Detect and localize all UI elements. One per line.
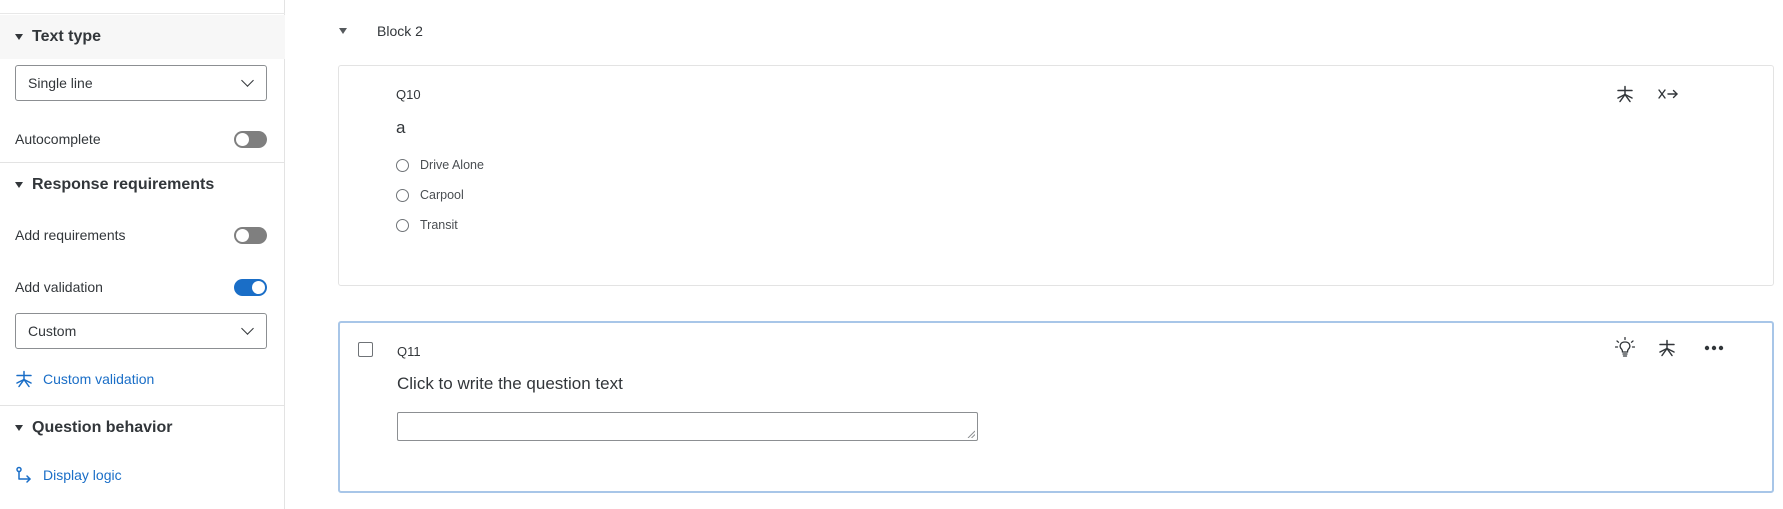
radio-button[interactable] — [396, 188, 409, 202]
autocomplete-toggle[interactable] — [234, 130, 267, 148]
text-type-select-value: Single line — [28, 75, 93, 91]
question-card-q11[interactable]: Q11 Click to write the question text — [338, 321, 1774, 493]
choice-label: Drive Alone — [420, 158, 484, 172]
custom-validation-link[interactable]: Custom validation — [15, 368, 154, 390]
text-entry-box[interactable] — [397, 412, 978, 441]
question-text[interactable]: Click to write the question text — [397, 374, 623, 394]
caret-down-icon — [15, 34, 23, 40]
chevron-down-icon — [241, 322, 254, 335]
text-type-section-header[interactable]: Text type — [0, 15, 285, 59]
validation-type-select-value: Custom — [28, 323, 77, 339]
text-type-select[interactable]: Single line — [15, 65, 267, 101]
chevron-down-icon — [241, 74, 254, 87]
asterisk-icon — [16, 370, 32, 388]
response-requirements-section-header[interactable]: Response requirements — [0, 163, 285, 207]
choice-label: Carpool — [420, 188, 464, 202]
display-logic-label: Display logic — [43, 467, 122, 483]
question-behavior-section-header[interactable]: Question behavior — [0, 406, 285, 450]
caret-down-icon — [15, 182, 23, 188]
question-select-checkbox[interactable] — [358, 342, 373, 357]
validation-type-select[interactable]: Custom — [15, 313, 267, 349]
custom-validation-label: Custom validation — [43, 371, 155, 387]
question-number: Q11 — [397, 344, 421, 359]
question-settings-sidebar: Text type Single line Autocomplete Respo… — [0, 0, 285, 509]
choice-item[interactable]: Carpool — [396, 186, 464, 204]
autocomplete-label: Autocomplete — [15, 131, 101, 147]
question-text[interactable]: a — [396, 118, 405, 138]
skip-arrow-icon[interactable] — [1655, 82, 1681, 106]
branch-arrow-icon — [16, 466, 31, 483]
display-logic-link[interactable]: Display logic — [15, 464, 122, 486]
text-type-title: Text type — [32, 28, 102, 45]
caret-down-icon — [15, 425, 23, 431]
choice-item[interactable]: Drive Alone — [396, 156, 484, 174]
add-requirements-row: Add requirements — [15, 224, 267, 246]
question-behavior-title: Question behavior — [32, 419, 173, 436]
response-requirements-title: Response requirements — [32, 176, 215, 193]
lightbulb-icon[interactable] — [1613, 335, 1637, 361]
choice-item[interactable]: Transit — [396, 216, 458, 234]
more-icon[interactable] — [1700, 336, 1728, 360]
block-title: Block 2 — [377, 23, 423, 39]
asterisk-icon[interactable] — [1613, 82, 1637, 106]
add-requirements-label: Add requirements — [15, 227, 126, 243]
add-requirements-toggle[interactable] — [234, 226, 267, 244]
asterisk-icon[interactable] — [1655, 336, 1679, 360]
question-card-q10[interactable]: Q10 a Drive Alone Carpool Transit — [338, 65, 1774, 286]
choice-label: Transit — [420, 218, 458, 232]
sidebar-top-divider — [0, 0, 285, 14]
autocomplete-row: Autocomplete — [15, 128, 267, 150]
question-number: Q10 — [396, 87, 421, 102]
add-validation-label: Add validation — [15, 279, 103, 295]
radio-button[interactable] — [396, 158, 409, 172]
radio-button[interactable] — [396, 218, 409, 232]
add-validation-toggle[interactable] — [234, 278, 267, 296]
block-header[interactable]: Block 2 — [313, 18, 423, 44]
resize-handle-icon[interactable] — [967, 430, 975, 438]
add-validation-row: Add validation — [15, 276, 267, 298]
survey-editor-canvas: Block 2 Q10 a Drive Alone Carpool Transi… — [313, 0, 1783, 509]
caret-down-icon — [339, 28, 347, 34]
